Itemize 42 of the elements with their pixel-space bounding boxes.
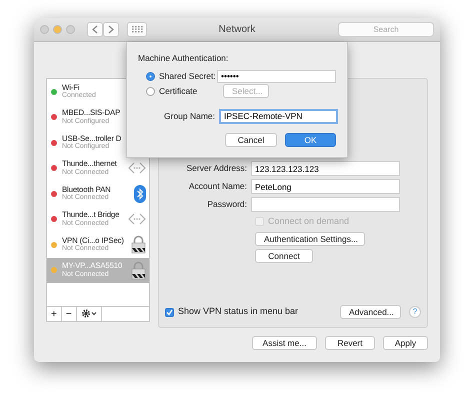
window-title: Network [218, 23, 256, 37]
minimize-button[interactable] [53, 25, 62, 34]
chevron-right-icon [108, 25, 114, 34]
chevron-left-icon [92, 25, 98, 34]
group-name-field[interactable]: IPSEC-Remote-VPN [219, 108, 338, 124]
connect-button[interactable]: Connect [255, 248, 313, 262]
radio-label: Shared Secret: [159, 70, 217, 83]
ethernet-icon [128, 212, 146, 226]
help-button[interactable]: ? [409, 306, 421, 318]
lock-icon [131, 235, 146, 254]
lock-icon [131, 260, 146, 280]
radio-button[interactable] [146, 86, 155, 96]
apply-button[interactable]: Apply [383, 336, 428, 350]
bluetooth-icon [134, 184, 146, 203]
checkbox-label: Show VPN status in menu bar [178, 305, 298, 318]
radio-button[interactable] [146, 72, 155, 81]
grid-icon [132, 26, 142, 33]
forward-button[interactable] [103, 22, 119, 37]
radio-label: Certificate [159, 84, 198, 98]
advanced-button[interactable]: Advanced... [340, 305, 401, 319]
zoom-button[interactable] [66, 25, 75, 34]
checkbox[interactable] [165, 308, 174, 316]
text-field[interactable] [251, 197, 400, 212]
field-label: Server Address: [186, 162, 248, 175]
close-button[interactable] [40, 25, 49, 34]
field-label: Group Name: [164, 110, 216, 123]
field-label: Password: [206, 198, 248, 211]
search-field[interactable]: Search [338, 22, 434, 37]
ethernet-icon [128, 161, 146, 176]
text-field[interactable]: PeteLong [251, 179, 400, 194]
cancel-button[interactable]: Cancel [225, 132, 277, 147]
assist-button[interactable]: Assist me... [252, 336, 317, 350]
sheet-heading: Machine Authentication: [138, 52, 230, 65]
authentication-settings-button[interactable]: Authentication Settings... [255, 232, 365, 246]
text-field[interactable]: 123.123.123.123 [251, 161, 400, 176]
gear-icon [80, 309, 97, 318]
secret-field[interactable]: •••••• [217, 70, 336, 83]
revert-button[interactable]: Revert [325, 336, 375, 350]
grid-button[interactable] [127, 22, 147, 37]
back-button[interactable] [87, 22, 103, 37]
field-label: Account Name: [188, 180, 248, 193]
checkbox-label: Connect on demand [268, 215, 350, 228]
